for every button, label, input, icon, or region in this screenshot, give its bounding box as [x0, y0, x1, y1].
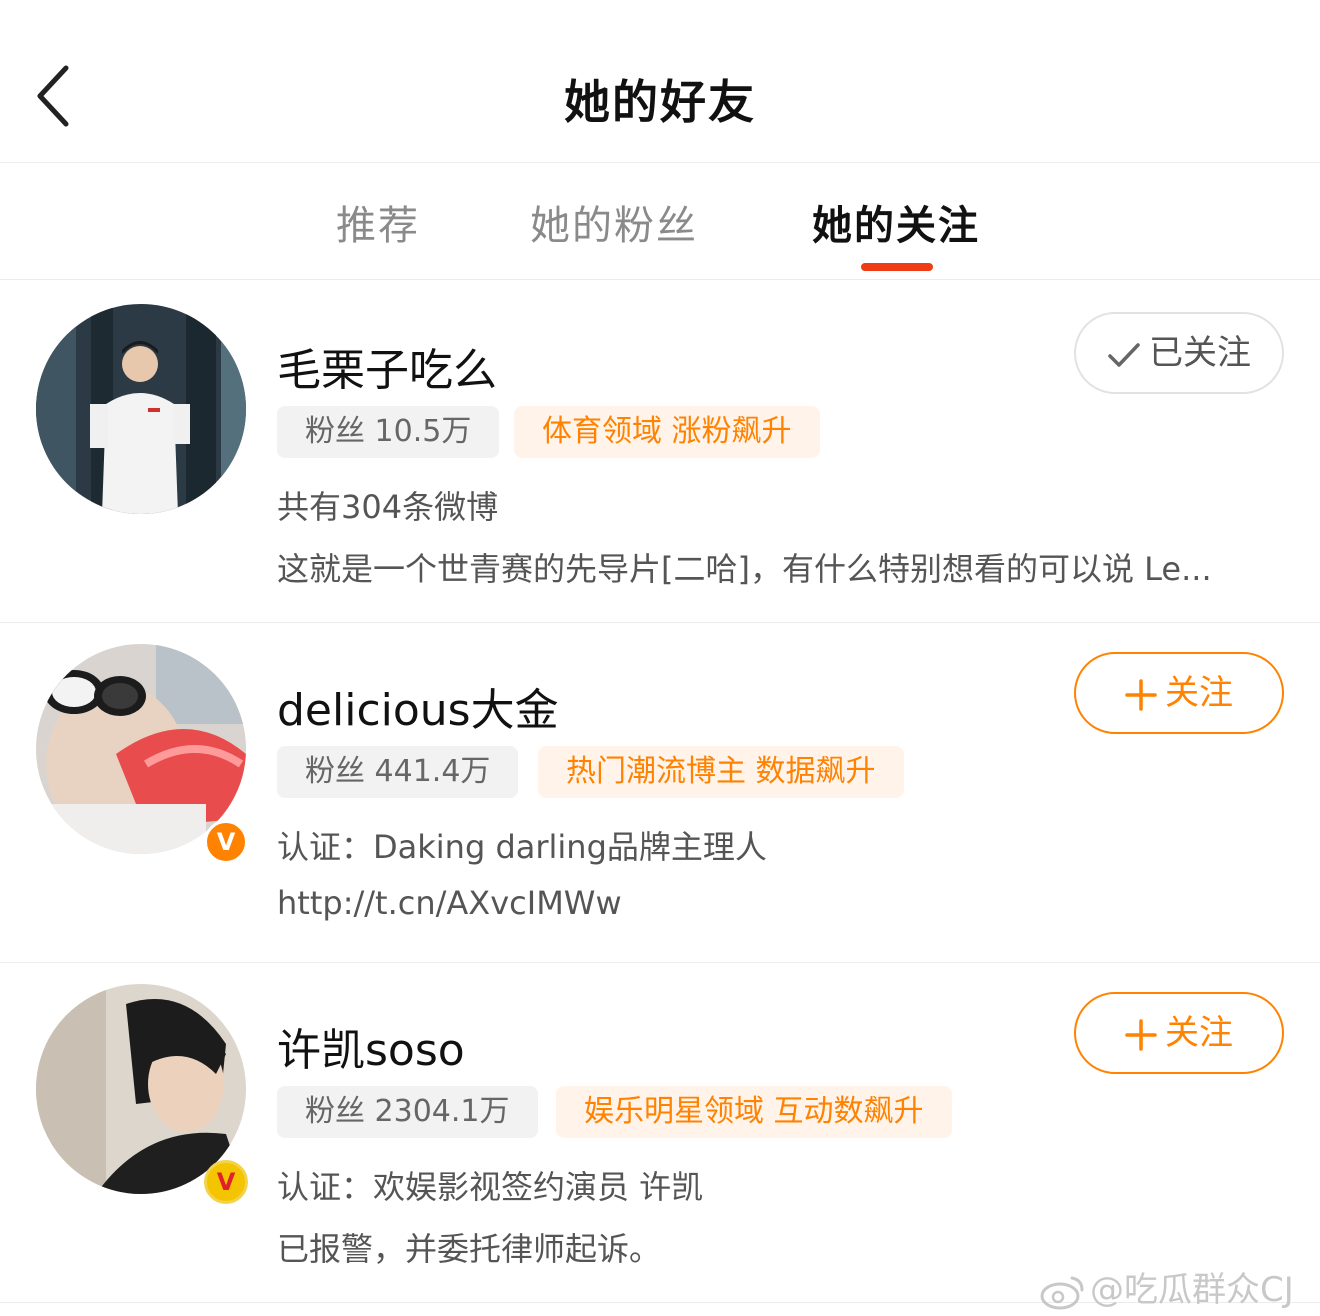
plus-icon — [1125, 678, 1157, 711]
fans-count-tag: 粉丝 441.4万 — [277, 746, 519, 798]
trend-tag: 热门潮流博主 数据飙升 — [538, 746, 904, 798]
plus-icon — [1125, 1018, 1157, 1051]
avatar[interactable] — [36, 304, 246, 514]
top-bar: 她的好友 — [0, 0, 1320, 163]
tab-her-following[interactable]: 她的关注 — [812, 193, 980, 251]
user-list-item[interactable]: V delicious大金 关注 粉丝 441.4万 热门潮流博主 数据飙升 认… — [0, 622, 1320, 963]
watermark-text: @吃瓜群众CJ — [1090, 1270, 1294, 1310]
followed-button[interactable]: 已关注 — [1074, 312, 1284, 394]
verification-info: 认证：欢娱影视签约演员 许凯 — [277, 1168, 704, 1206]
fans-count-tag: 粉丝 2304.1万 — [277, 1086, 538, 1138]
user-name[interactable]: 毛栗子吃么 — [277, 334, 497, 398]
verified-badge-icon: V — [204, 820, 248, 864]
follow-button[interactable]: 关注 — [1074, 652, 1284, 734]
trend-tag: 娱乐明星领域 互动数飙升 — [556, 1086, 952, 1138]
check-icon — [1108, 342, 1140, 367]
tab-her-fans[interactable]: 她的粉丝 — [530, 193, 698, 251]
page-title: 她的好友 — [564, 75, 756, 129]
profile-link[interactable]: http://t.cn/AXvcIMWw — [277, 884, 622, 922]
weibo-logo-icon — [1040, 1276, 1084, 1309]
watermark: @吃瓜群众CJ — [1040, 1262, 1294, 1311]
user-name[interactable]: 许凯soso — [277, 1014, 465, 1078]
user-list-item[interactable]: 毛栗子吃么 已关注 粉丝 10.5万 体育领域 涨粉飙升 共有304条微博 这就… — [0, 282, 1320, 623]
user-name[interactable]: delicious大金 — [277, 674, 559, 738]
fans-count-tag: 粉丝 10.5万 — [277, 406, 500, 458]
follow-button[interactable]: 关注 — [1074, 992, 1284, 1074]
tab-bar: 推荐 她的粉丝 她的关注 — [0, 163, 1320, 280]
verification-info: 认证：Daking darling品牌主理人 — [277, 828, 767, 866]
follow-button-label: 关注 — [1165, 1013, 1233, 1053]
user-list-item[interactable]: V 许凯soso 关注 粉丝 2304.1万 娱乐明星领域 互动数飙升 认证：欢… — [0, 962, 1320, 1303]
post-count: 共有304条微博 — [277, 488, 499, 526]
verified-badge-icon: V — [204, 1160, 248, 1204]
tab-recommend[interactable]: 推荐 — [336, 193, 420, 251]
trend-tag: 体育领域 涨粉飙升 — [514, 406, 820, 458]
follow-button-label: 已关注 — [1149, 333, 1251, 373]
active-tab-indicator — [861, 263, 933, 271]
follow-button-label: 关注 — [1165, 673, 1233, 713]
latest-post: 这就是一个世青赛的先导片[二哈]，有什么特别想看的可以说 Le... — [277, 550, 1212, 588]
latest-post: 已报警，并委托律师起诉。 — [277, 1230, 662, 1268]
